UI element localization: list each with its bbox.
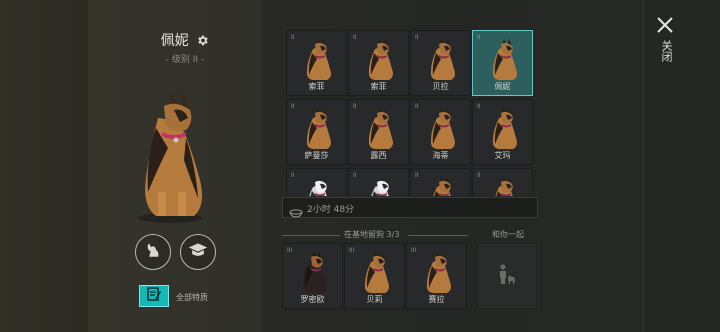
- close-icon[interactable]: [655, 15, 675, 35]
- dog-rank: III: [411, 247, 417, 254]
- left-backdrop: [0, 0, 88, 332]
- dog-rank: II: [477, 103, 481, 110]
- dog-tile-name: 索菲: [370, 82, 387, 91]
- dog-thumbnail: [301, 106, 335, 154]
- dog-thumbnail: [301, 37, 335, 85]
- dog-rank: II: [477, 172, 481, 179]
- dog-tile-name: 贝拉: [432, 82, 449, 91]
- companion-label: 和你一起: [492, 230, 524, 239]
- dog-rank: II: [415, 34, 419, 41]
- dog-tile[interactable]: II 贝拉: [410, 30, 471, 96]
- base-dog-tile[interactable]: III 赛拉: [406, 243, 467, 309]
- graduation-cap-icon: [188, 241, 208, 263]
- dog-rank: II: [477, 34, 481, 41]
- dog-tile[interactable]: II: [410, 168, 471, 196]
- dog-rank: II: [353, 103, 357, 110]
- base-dogs-title: 在基地留狗 3/3: [344, 230, 400, 239]
- dog-tile-name: 索菲: [308, 82, 325, 91]
- dog-thumbnail: [363, 106, 397, 154]
- dog-tile-name: 艾玛: [494, 151, 511, 160]
- dog-tile[interactable]: II: [348, 168, 409, 196]
- dog-thumbnail: [359, 250, 393, 298]
- dog-tile[interactable]: II 露西: [348, 99, 409, 165]
- dog-thumbnail: [425, 106, 459, 154]
- all-traits-button[interactable]: [139, 285, 169, 307]
- close-label[interactable]: 关闭: [658, 40, 674, 62]
- dog-tile-name: 佩妮: [494, 82, 511, 91]
- dog-icon: [144, 241, 162, 263]
- dog-tile[interactable]: II 艾玛: [472, 99, 533, 165]
- dog-rank: III: [349, 247, 355, 254]
- dog-rank: II: [415, 103, 419, 110]
- dog-thumbnail: [297, 250, 331, 298]
- dog-rank: II: [415, 172, 419, 179]
- dog-rank: III: [287, 247, 293, 254]
- dog-name-row: 佩妮: [120, 30, 250, 51]
- dog-tile-name: 罗密欧: [300, 295, 325, 304]
- dog-tile-name: 海蒂: [432, 151, 449, 160]
- dog-thumbnail: [301, 175, 335, 196]
- dog-tile-name: 露西: [370, 151, 387, 160]
- dog-rank: II: [291, 34, 295, 41]
- traits-document-icon: [146, 286, 162, 306]
- base-dog-tile[interactable]: III 罗密欧: [282, 243, 343, 309]
- dog-thumbnail: [363, 175, 397, 196]
- dog-tile[interactable]: II 索菲: [286, 30, 347, 96]
- dog-thumbnail: [487, 106, 521, 154]
- dog-grid: II 索菲 II 索菲 II 贝拉 II 佩妮 II 萨曼莎 II 露西 II 海蒂 II 艾玛 II II II I…: [282, 0, 542, 196]
- dog-training-button[interactable]: [180, 234, 216, 270]
- dog-thumbnail: [425, 37, 459, 85]
- dog-thumbnail: [487, 37, 521, 85]
- dog-rank: II: [291, 103, 295, 110]
- dog-name: 佩妮: [160, 33, 189, 49]
- dog-tile-name: 萨曼莎: [304, 151, 329, 160]
- base-dog-tile[interactable]: III 贝莉: [344, 243, 405, 309]
- dog-tile-name: 贝莉: [366, 295, 383, 304]
- dog-portrait: [128, 88, 214, 228]
- divider: [408, 235, 468, 236]
- dog-thumbnail: [425, 175, 459, 196]
- dog-level: - 级别 II -: [165, 55, 205, 65]
- dog-tile[interactable]: II: [286, 168, 347, 196]
- dog-thumbnail: [363, 37, 397, 85]
- dog-tile-name: 赛拉: [428, 295, 445, 304]
- dog-thumbnail: [487, 175, 521, 196]
- dog-actions-button[interactable]: [135, 234, 171, 270]
- dog-tile[interactable]: II 海蒂: [410, 99, 471, 165]
- dog-tile[interactable]: II 萨曼莎: [286, 99, 347, 165]
- dog-tile[interactable]: II 佩妮: [472, 30, 533, 96]
- all-traits-label[interactable]: 全部特质: [176, 292, 208, 303]
- companion-slot[interactable]: [477, 243, 537, 309]
- dog-rank: II: [353, 34, 357, 41]
- dog-rank: II: [353, 172, 357, 179]
- base-dogs-header: 在基地留狗 3/3: [282, 228, 468, 240]
- person-with-dog-icon: [497, 263, 517, 289]
- timer-text: 2小时 48分: [307, 205, 355, 215]
- right-backdrop: [645, 0, 720, 332]
- gear-icon[interactable]: [196, 34, 209, 51]
- dog-tile[interactable]: II 索菲: [348, 30, 409, 96]
- dog-bowl-icon: [289, 203, 303, 222]
- dog-rank: II: [291, 172, 295, 179]
- timer-bar: 2小时 48分: [282, 197, 538, 218]
- divider: [282, 235, 340, 236]
- dog-thumbnail: [421, 250, 455, 298]
- dog-tile[interactable]: II: [472, 168, 533, 196]
